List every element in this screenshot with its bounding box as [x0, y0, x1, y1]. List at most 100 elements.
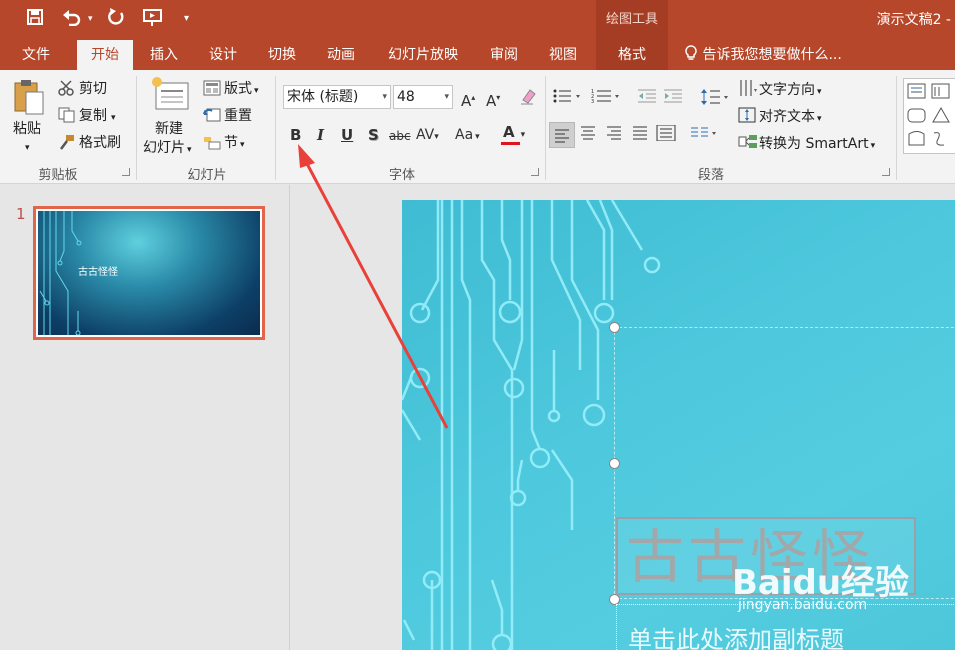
tab-insert[interactable]: 插入 [138, 40, 190, 70]
slide-editor: 古古怪怪 单击此处添加副标题 Baidu经验 jingyan.baidu.com [291, 185, 955, 650]
separator [136, 76, 137, 180]
align-left-button[interactable] [549, 122, 575, 148]
tab-file[interactable]: 文件 [10, 40, 62, 70]
shapes-icon [907, 83, 950, 146]
new-slide-label-2[interactable]: 幻灯片 ▾ [143, 138, 192, 160]
font-launcher-icon[interactable] [531, 168, 539, 176]
tab-home[interactable]: 开始 [77, 40, 133, 70]
grow-font-icon[interactable]: A▴ [461, 88, 475, 111]
redo-icon[interactable] [107, 8, 125, 32]
line-spacing-icon[interactable] [700, 88, 730, 111]
reset-icon [203, 107, 221, 123]
format-painter-label: 格式刷 [79, 135, 121, 151]
italic-button[interactable]: I [317, 125, 324, 145]
slide-canvas[interactable]: 古古怪怪 单击此处添加副标题 Baidu经验 jingyan.baidu.com [402, 200, 955, 650]
lightbulb-icon [684, 42, 698, 72]
copy-button[interactable]: 复制 ▾ [58, 106, 116, 128]
chevron-down-icon: ▾ [444, 92, 449, 102]
tab-slideshow[interactable]: 幻灯片放映 [374, 40, 472, 70]
resize-handle[interactable] [609, 458, 620, 469]
align-text-button[interactable]: 对齐文本 ▾ [738, 106, 822, 129]
justify-icon[interactable] [630, 125, 650, 146]
tab-format[interactable]: 格式 [596, 40, 668, 70]
ribbon-tabs: 文件 开始 插入 设计 切换 动画 幻灯片放映 审阅 视图 格式 告诉我您想要做… [0, 40, 955, 70]
align-text-label: 对齐文本 [759, 109, 815, 125]
section-label: 节 [224, 135, 238, 151]
slide-number: 1 [16, 205, 26, 223]
slide-thumbnail[interactable]: 古古怪怪 [33, 206, 265, 340]
bullets-icon[interactable] [553, 88, 581, 109]
format-painter-button[interactable]: 格式刷 [58, 133, 121, 153]
start-slideshow-icon[interactable] [142, 8, 164, 34]
separator [545, 76, 546, 180]
chevron-down-icon: ▾ [382, 92, 387, 102]
slides-group-label: 幻灯片 [187, 168, 227, 183]
customize-toolbar-icon[interactable]: ▾ [184, 8, 189, 30]
change-case-button[interactable]: Aa ▾ [455, 125, 480, 147]
decrease-indent-icon[interactable] [638, 88, 658, 109]
shapes-gallery[interactable] [903, 78, 955, 154]
ribbon-home: 粘贴 ▾ 剪切 复制 ▾ 格式刷 剪贴板 新建 幻灯片 ▾ 版式 ▾ 重置 节 ▾ 幻灯… [0, 70, 955, 184]
tab-animations[interactable]: 动画 [315, 40, 367, 70]
shrink-font-icon[interactable]: A▾ [486, 88, 500, 111]
distributed-icon[interactable] [656, 124, 676, 146]
scissors-icon [58, 80, 76, 96]
font-color-bar [501, 142, 520, 145]
baidu-watermark-url: jingyan.baidu.com [738, 597, 868, 613]
convert-smartart-button[interactable]: 转换为 SmartArt ▾ [738, 133, 875, 156]
separator [896, 76, 897, 180]
strikethrough-button[interactable]: abc [389, 126, 411, 146]
tell-me-text: 告诉我您想要做什么... [702, 47, 842, 63]
font-family-value: 宋体 (标题) [287, 89, 359, 105]
cut-button[interactable]: 剪切 [58, 79, 107, 99]
paste-dropdown-icon[interactable]: ▾ [25, 138, 30, 158]
character-spacing-button[interactable]: AV▾ [416, 125, 439, 147]
layout-button[interactable]: 版式 ▾ [203, 79, 259, 101]
tab-review[interactable]: 审阅 [478, 40, 530, 70]
layout-icon [203, 80, 221, 96]
slide-subtitle[interactable]: 单击此处添加副标题 [628, 620, 844, 650]
tab-transitions[interactable]: 切换 [256, 40, 308, 70]
font-color-letter: A [503, 123, 515, 141]
bold-button[interactable]: B [290, 125, 301, 145]
undo-icon[interactable] [62, 8, 82, 32]
tab-design[interactable]: 设计 [197, 40, 249, 70]
section-button[interactable]: 节 ▾ [203, 133, 245, 155]
new-slide-icon[interactable] [150, 76, 192, 118]
copy-label: 复制 [79, 108, 107, 124]
numbering-icon[interactable]: 123 [591, 88, 621, 109]
font-family-combo[interactable]: 宋体 (标题) ▾ [283, 85, 391, 109]
clipboard-launcher-icon[interactable] [122, 168, 130, 176]
clipboard-group-label: 剪贴板 [38, 168, 78, 183]
drawing-tools-label: 绘图工具 [596, 0, 668, 40]
smartart-label: 转换为 SmartArt [759, 136, 869, 152]
align-center-icon[interactable] [578, 125, 598, 146]
text-shadow-button[interactable]: S [368, 125, 379, 145]
layout-label: 版式 [224, 81, 252, 97]
text-direction-button[interactable]: 文字方向 ▾ [738, 79, 822, 102]
tell-me-box[interactable]: 告诉我您想要做什么... [684, 40, 842, 70]
font-color-button[interactable]: A ▾ [501, 122, 525, 145]
resize-handle[interactable] [609, 322, 620, 333]
align-right-icon[interactable] [604, 125, 624, 146]
tab-view[interactable]: 视图 [537, 40, 589, 70]
paragraph-launcher-icon[interactable] [882, 168, 890, 176]
new-slide-label-1[interactable]: 新建 [155, 119, 183, 139]
clear-formatting-icon[interactable] [518, 86, 538, 111]
align-left-icon [555, 129, 569, 143]
save-icon[interactable] [26, 8, 44, 32]
columns-icon[interactable] [690, 125, 718, 146]
reset-button[interactable]: 重置 [203, 106, 252, 126]
separator [275, 76, 276, 180]
undo-dropdown-icon[interactable]: ▾ [88, 8, 93, 30]
document-title: 演示文稿2 - [876, 12, 951, 28]
increase-indent-icon[interactable] [664, 88, 684, 109]
underline-button[interactable]: U [341, 125, 353, 145]
text-direction-label: 文字方向 [759, 82, 815, 98]
font-group-label: 字体 [388, 168, 415, 183]
font-size-combo[interactable]: 48 ▾ [393, 85, 453, 109]
paste-button[interactable]: 粘贴 [13, 119, 41, 139]
paste-icon[interactable] [12, 78, 46, 120]
align-text-icon [738, 106, 756, 123]
svg-text:3: 3 [591, 99, 594, 104]
